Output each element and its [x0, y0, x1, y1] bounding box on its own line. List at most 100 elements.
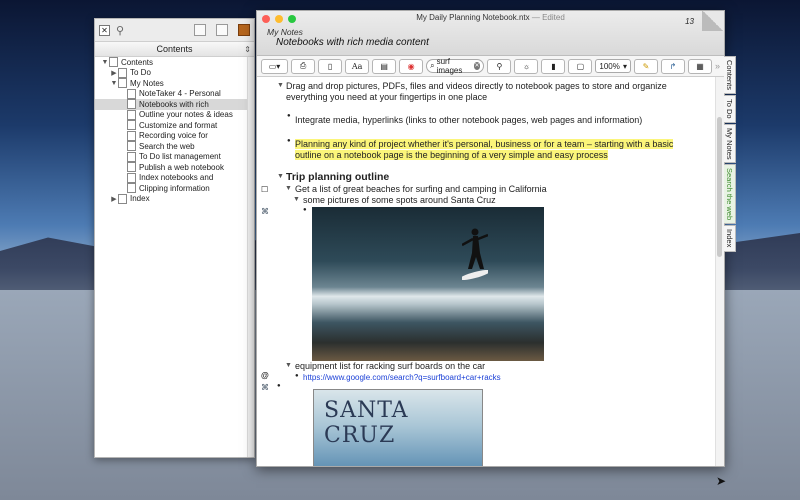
new-page-icon[interactable]: ▯ [318, 58, 343, 74]
bullet-icon: ● [287, 138, 291, 144]
santa-cruz-poster-image[interactable]: SANTA CRUZ [313, 389, 483, 466]
panel-toolbar: ✕ ⚲ [95, 19, 254, 42]
page-icon [127, 120, 136, 131]
page-icon [118, 67, 127, 78]
tree-item-label: Index notebooks and [139, 173, 214, 183]
tree-item[interactable]: Notebooks with rich [95, 99, 248, 110]
tree-item-label: To Do [130, 68, 151, 78]
more-chevron-icon[interactable]: » [715, 61, 720, 71]
tree-item[interactable]: ▼ My Notes [95, 78, 248, 89]
outline-subitem[interactable]: some pictures of some spots around Santa… [303, 195, 496, 206]
page-icon[interactable] [194, 24, 206, 36]
tree-item-label: To Do list management [139, 152, 221, 162]
side-tab[interactable]: Search the web [724, 164, 736, 225]
page-scrollbar[interactable] [715, 77, 724, 466]
tree-item[interactable]: Clipping information [95, 183, 248, 194]
disclosure-triangle[interactable]: ▼ [277, 173, 284, 180]
tree-item-label: Contents [121, 57, 154, 67]
tree-item[interactable]: Outline your notes & ideas [95, 109, 248, 121]
tree-item-label: NoteTaker 4 - Personal [139, 89, 221, 99]
book-icon[interactable] [238, 24, 250, 36]
side-tab[interactable]: Contents [724, 56, 736, 95]
side-tab[interactable]: To Do [724, 95, 736, 123]
share-icon[interactable]: ↱ [660, 58, 685, 74]
attachment-icon[interactable]: ⌘ [261, 207, 269, 216]
tree-item[interactable]: Publish a web notebook [95, 162, 248, 173]
disclosure-triangle[interactable]: ▼ [285, 362, 292, 369]
highlighted-item[interactable]: Planning any kind of project whether it'… [295, 139, 674, 150]
disclosure-triangle[interactable]: ▼ [110, 80, 118, 87]
font-button[interactable]: Aa [345, 58, 370, 74]
tree-item[interactable]: Customize and format [95, 120, 248, 131]
zoom-select[interactable]: 100% ▾ [595, 59, 631, 73]
clear-search-icon[interactable]: ✕ [473, 62, 481, 70]
pin-tool-icon[interactable]: ⚲ [487, 58, 512, 74]
page-icon [127, 88, 136, 99]
tree-item[interactable]: NoteTaker 4 - Personal [95, 88, 248, 100]
side-tab[interactable]: Index [724, 225, 736, 252]
todo-item[interactable]: Get a list of great beaches for surfing … [295, 184, 547, 195]
keyboard-icon[interactable]: ▤ [372, 58, 397, 74]
tree-item[interactable]: ▶ To Do [95, 67, 248, 79]
outline-heading[interactable]: Trip planning outline [286, 172, 389, 183]
tree-item-label: Recording voice for [139, 131, 208, 141]
page-icon [127, 109, 136, 120]
disclosure-triangle[interactable]: ▶ [110, 69, 118, 77]
pin-icon[interactable]: ⚲ [116, 24, 124, 37]
side-tab[interactable]: My Notes [724, 123, 736, 164]
table-icon[interactable]: ▦ [687, 58, 712, 74]
page-icon [127, 162, 136, 173]
web-link[interactable]: https://www.google.com/search?q=surfboar… [303, 372, 501, 383]
tree-item[interactable]: Search the web [95, 141, 248, 152]
notebook-name: My Notes [267, 27, 303, 37]
page-title[interactable]: Notebooks with rich media content [276, 37, 429, 48]
highlighted-item-cont: outline on a notebook page is the beginn… [295, 150, 608, 160]
close-icon[interactable]: ✕ [99, 24, 110, 36]
page-curl-icon[interactable] [702, 11, 724, 31]
bullet-icon: ● [287, 113, 291, 119]
contents-header[interactable]: Contents ⇕ [95, 42, 254, 57]
disclosure-triangle[interactable]: ▶ [110, 195, 118, 203]
tree-item[interactable]: Index notebooks and [95, 172, 248, 184]
tree-item[interactable]: ▼ Contents [95, 57, 248, 68]
page-icon [127, 141, 136, 152]
tree-item[interactable]: Recording voice for [95, 130, 248, 142]
search-input[interactable]: surf images [437, 57, 472, 75]
surfing-photo[interactable] [312, 207, 544, 361]
scroll-thumb[interactable] [717, 117, 722, 257]
poster-title: SANTA CRUZ [324, 398, 409, 448]
note-icon[interactable]: ▢ [568, 58, 593, 74]
print-icon[interactable]: ⎙ [291, 58, 316, 74]
panel-scrollbar[interactable] [247, 57, 254, 457]
disclosure-triangle[interactable]: ▼ [101, 59, 109, 66]
disclosure-triangle[interactable]: ▼ [293, 196, 300, 203]
page-icon [118, 193, 127, 204]
color-wheel-icon[interactable]: ◉ [399, 58, 424, 74]
tree-item-label: Customize and format [139, 120, 218, 130]
editor-toolbar: ▭▾ ⎙ ▯ Aa ▤ ◉ ⌕ surf images ✕ ⚲ ☼ ▮ ▢ 10… [257, 56, 724, 77]
outline-item[interactable]: Drag and drop pictures, PDFs, files and … [286, 81, 667, 92]
attach-icon[interactable]: ▮ [541, 58, 566, 74]
contents-panel: ✕ ⚲ Contents ⇕ ▼ Contents ▶ To Do ▼ My Notes N… [94, 18, 255, 458]
sort-icon[interactable]: ⇕ [244, 45, 251, 54]
contents-header-label: Contents [156, 44, 193, 54]
disclosure-triangle[interactable]: ▼ [285, 185, 292, 192]
outline-item-cont: everything you need at your fingertips i… [286, 92, 488, 102]
disclosure-triangle[interactable]: ▼ [277, 82, 284, 89]
view-menu-button[interactable]: ▭▾ [261, 58, 289, 74]
at-link-icon[interactable]: @ [261, 371, 269, 380]
tree-item-label: Search the web [139, 141, 195, 151]
search-field[interactable]: ⌕ surf images ✕ [426, 57, 485, 75]
tree-item-label: Outline your notes & ideas [139, 110, 233, 120]
bullet-icon: ● [295, 373, 299, 379]
outline-item[interactable]: Integrate media, hyperlinks (links to ot… [295, 115, 642, 126]
surfer-figure [462, 228, 488, 281]
edit-icon[interactable]: ✎ [633, 58, 658, 74]
copy-icon[interactable] [216, 24, 228, 36]
tree-item[interactable]: ▶ Index [95, 193, 248, 205]
outline-subitem[interactable]: equipment list for racking surf boards o… [295, 361, 485, 372]
lightbulb-icon[interactable]: ☼ [514, 58, 539, 74]
checkbox[interactable]: ☐ [261, 185, 268, 194]
tree-item[interactable]: To Do list management [95, 151, 248, 163]
attachment-icon[interactable]: ⌘ [261, 383, 269, 392]
